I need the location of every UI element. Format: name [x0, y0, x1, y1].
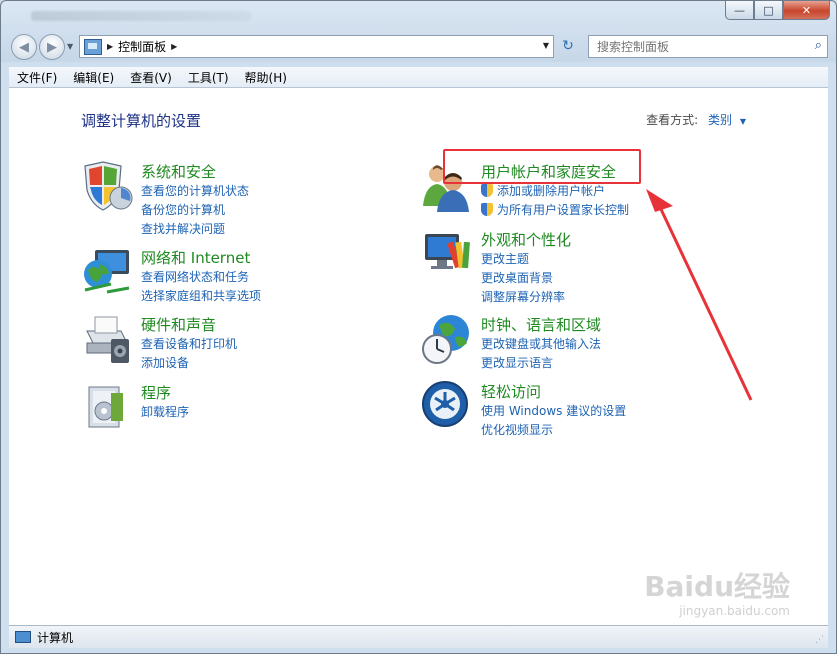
address-dropdown-icon[interactable]: ▼	[543, 41, 549, 50]
recent-pages-dropdown[interactable]: ▼	[67, 42, 73, 51]
breadcrumb-control-panel[interactable]: 控制面板	[118, 38, 166, 55]
watermark: Baidu经验 jingyan.baidu.com	[644, 570, 790, 618]
blurred-title-text	[31, 11, 251, 21]
forward-button[interactable]: ▶	[39, 34, 65, 60]
menu-tools[interactable]: 工具(T)	[180, 69, 237, 86]
breadcrumb-separator-icon[interactable]: ▶	[107, 42, 113, 51]
forward-arrow-icon: ▶	[47, 39, 57, 55]
search-icon[interactable]: ⌕	[815, 38, 822, 53]
address-bar[interactable]: ▶ 控制面板 ▶ ▼	[79, 35, 554, 58]
window-frame: — □ ✕ ◀ ▶ ▼ ▶ 控制面板 ▶ ▼ ↻ ⌕ 文件(F) 编辑(E) 查…	[0, 0, 837, 654]
maximize-button[interactable]: □	[754, 1, 783, 20]
refresh-icon: ↻	[562, 37, 574, 54]
watermark-main: Baidu经验	[644, 570, 790, 603]
status-bar: 计算机 ⋰	[9, 625, 828, 648]
menu-bar: 文件(F) 编辑(E) 查看(V) 工具(T) 帮助(H)	[9, 67, 828, 88]
minimize-button[interactable]: —	[725, 1, 754, 20]
breadcrumb-separator-icon[interactable]: ▶	[171, 42, 177, 51]
refresh-button[interactable]: ↻	[556, 35, 580, 56]
menu-view[interactable]: 查看(V)	[122, 69, 180, 86]
resize-grip-icon[interactable]: ⋰	[815, 635, 824, 645]
back-arrow-icon: ◀	[19, 39, 29, 55]
window-controls: — □ ✕	[725, 1, 830, 20]
back-button[interactable]: ◀	[11, 34, 37, 60]
annotation-arrow	[646, 189, 753, 401]
status-text: 计算机	[37, 630, 74, 645]
content-pane: 调整计算机的设置 查看方式: 类别 ▼ 系统和安全 查看您的计算机状态 备份您的…	[9, 88, 828, 625]
watermark-sub: jingyan.baidu.com	[679, 604, 790, 618]
close-button[interactable]: ✕	[783, 1, 830, 20]
menu-help[interactable]: 帮助(H)	[237, 69, 295, 86]
computer-icon	[15, 631, 31, 643]
control-panel-icon	[84, 38, 102, 55]
search-input[interactable]	[595, 38, 804, 55]
search-box[interactable]: ⌕	[588, 35, 828, 58]
menu-edit[interactable]: 编辑(E)	[65, 69, 122, 86]
menu-file[interactable]: 文件(F)	[9, 69, 65, 86]
